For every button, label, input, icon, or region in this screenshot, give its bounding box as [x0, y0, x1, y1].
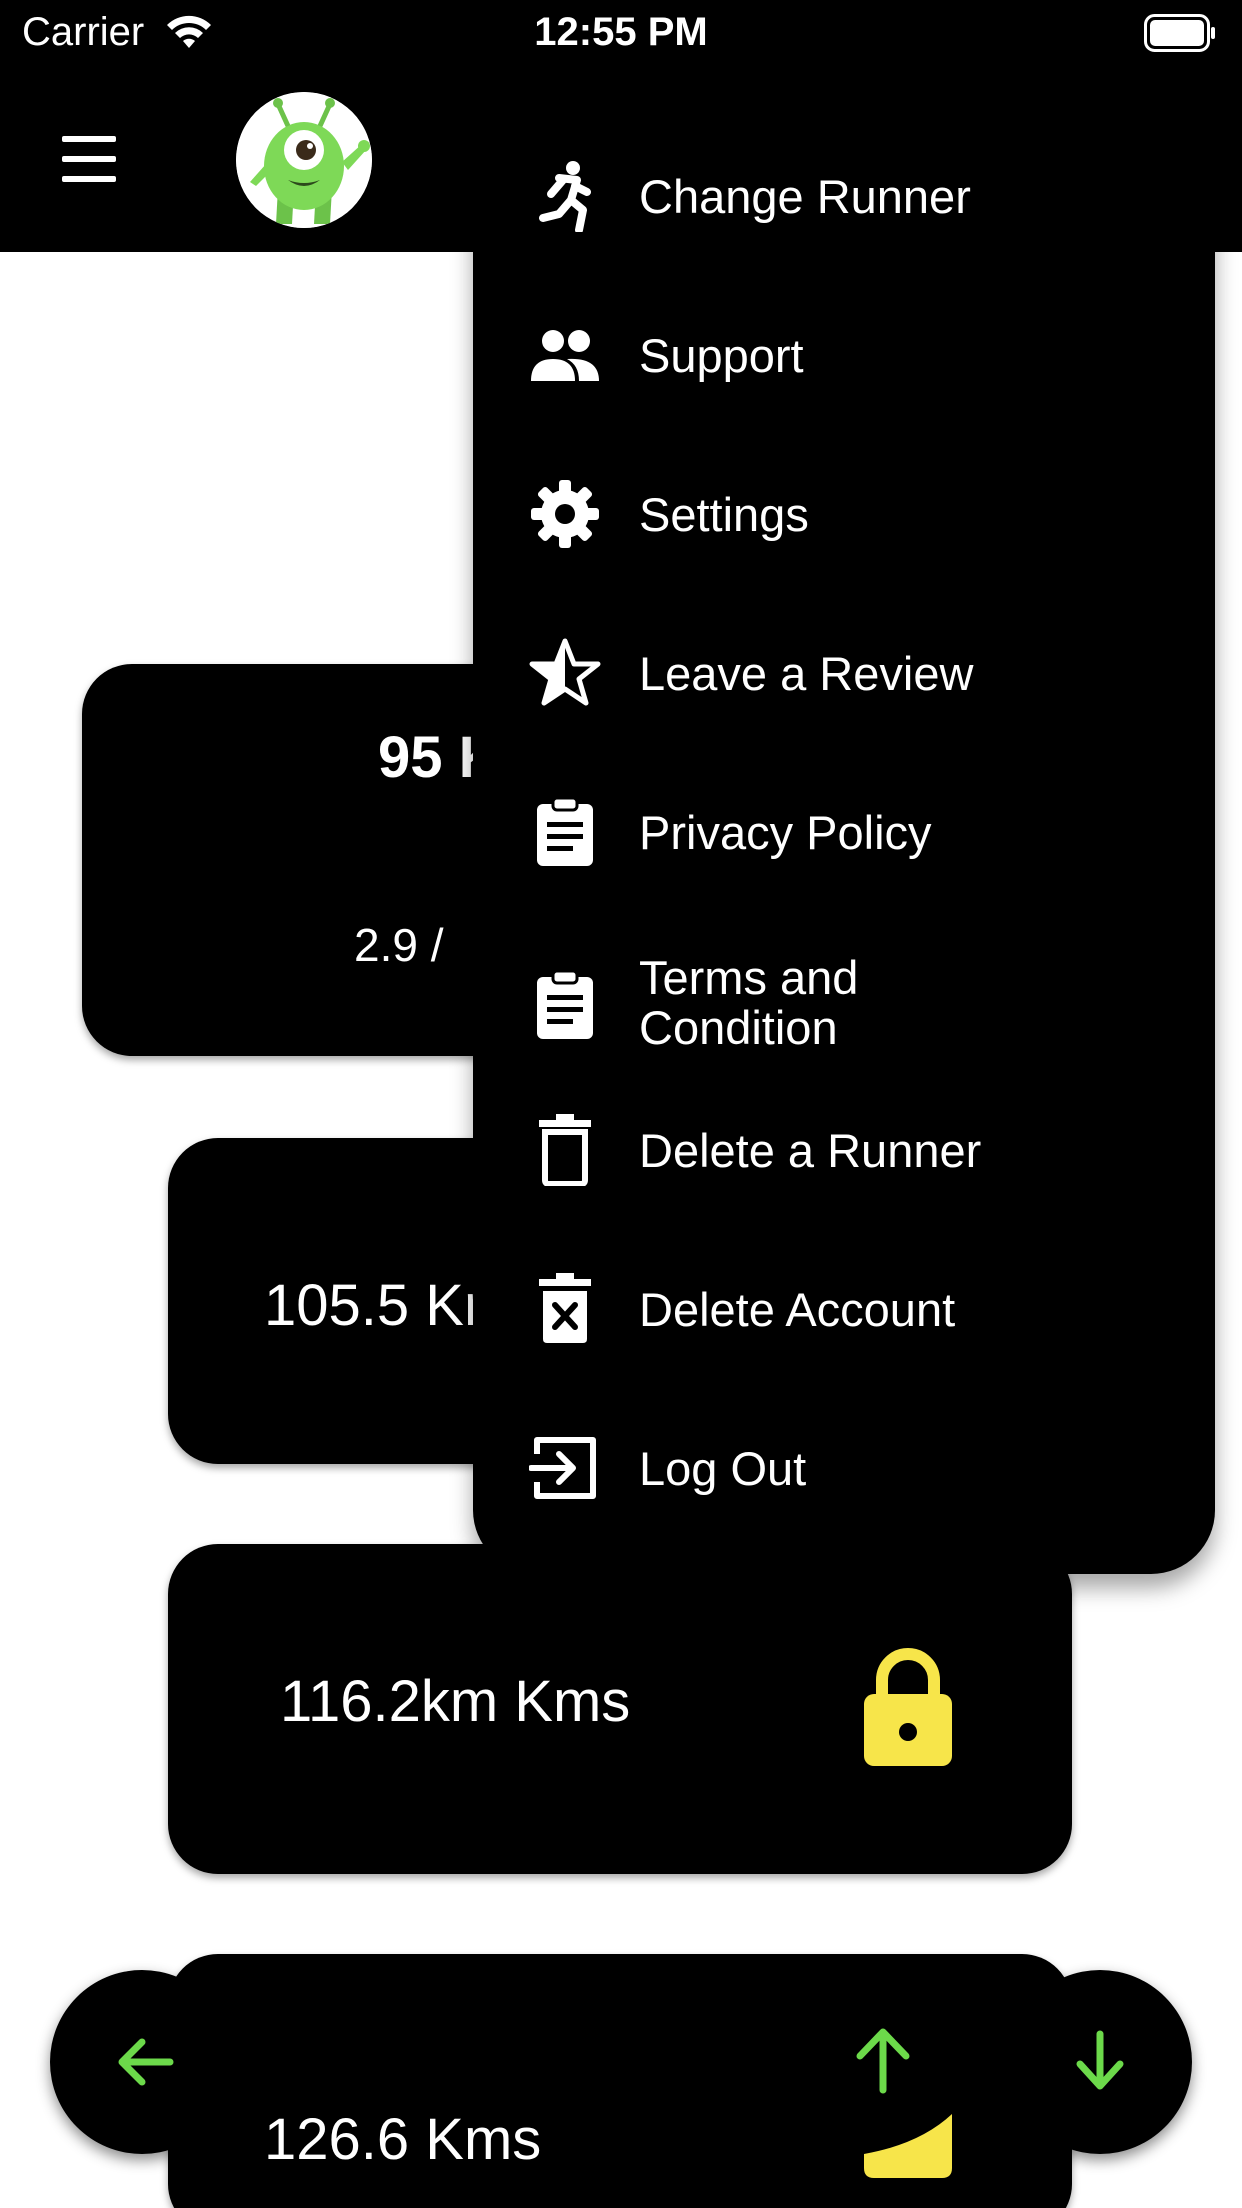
menu-item-terms[interactable]: Terms and Condition — [473, 921, 1215, 1061]
menu-item-label: Leave a Review — [639, 647, 974, 700]
menu-item-support[interactable]: Support — [473, 285, 1215, 425]
milestone-distance: 116.2km Kms — [280, 1669, 631, 1734]
clipboard-icon — [537, 796, 593, 866]
arrow-down-icon — [1076, 2030, 1124, 2090]
menu-item-delete-account[interactable]: Delete Account — [473, 1239, 1215, 1379]
menu-item-label: Delete a Runner — [639, 1124, 982, 1177]
green-monster-mascot-icon — [236, 92, 372, 228]
lock-icon — [864, 1648, 952, 1766]
menu-item-label: Delete Account — [639, 1283, 956, 1336]
menu-item-log-out[interactable]: Log Out — [473, 1398, 1215, 1538]
trash-icon — [539, 1114, 591, 1186]
menu-item-privacy-policy[interactable]: Privacy Policy — [473, 762, 1215, 902]
back-button[interactable] — [50, 1970, 234, 2154]
clipboard-icon — [537, 969, 593, 1039]
status-time: 12:55 PM — [534, 10, 708, 54]
logout-icon — [529, 1437, 596, 1499]
menu-item-label: Change Runner — [639, 170, 971, 223]
menu-item-leave-review[interactable]: Leave a Review — [473, 603, 1215, 743]
arrow-left-icon — [118, 2038, 174, 2086]
star-icon — [529, 638, 601, 706]
menu-item-label: Privacy Policy — [639, 806, 932, 859]
menu-item-settings[interactable]: Settings — [473, 444, 1215, 584]
avatar[interactable] — [236, 92, 372, 228]
menu-item-change-runner[interactable]: Change Runner — [473, 126, 1215, 266]
menu-item-label: Terms and Condition — [639, 951, 859, 1054]
lock-icon — [864, 2114, 952, 2178]
milestone-progress: 2.9 / — [354, 919, 444, 971]
trash-x-icon — [539, 1273, 591, 1343]
milestone-distance: 126.6 Kms — [264, 2107, 542, 2172]
people-icon — [531, 330, 599, 381]
gear-icon — [531, 480, 599, 548]
menu-item-label: Log Out — [639, 1442, 807, 1495]
menu-item-label: Settings — [639, 488, 809, 541]
dropdown-menu: Change Runner Support Settings Leave a R… — [473, 114, 1215, 1574]
menu-item-delete-runner[interactable]: Delete a Runner — [473, 1080, 1215, 1220]
arrow-up-icon[interactable] — [848, 2024, 918, 2094]
milestone-card[interactable]: 116.2km Kms — [168, 1544, 1072, 1874]
menu-item-label: Support — [639, 329, 804, 382]
hamburger-menu-icon[interactable] — [54, 132, 126, 192]
scroll-down-button[interactable] — [1008, 1970, 1192, 2154]
runner-icon — [539, 161, 591, 232]
status-bar: Carrier 12:55 PM — [0, 0, 1242, 70]
milestone-card[interactable]: 126.6 Kms — [168, 1954, 1072, 2208]
battery-full-icon — [1144, 14, 1215, 52]
